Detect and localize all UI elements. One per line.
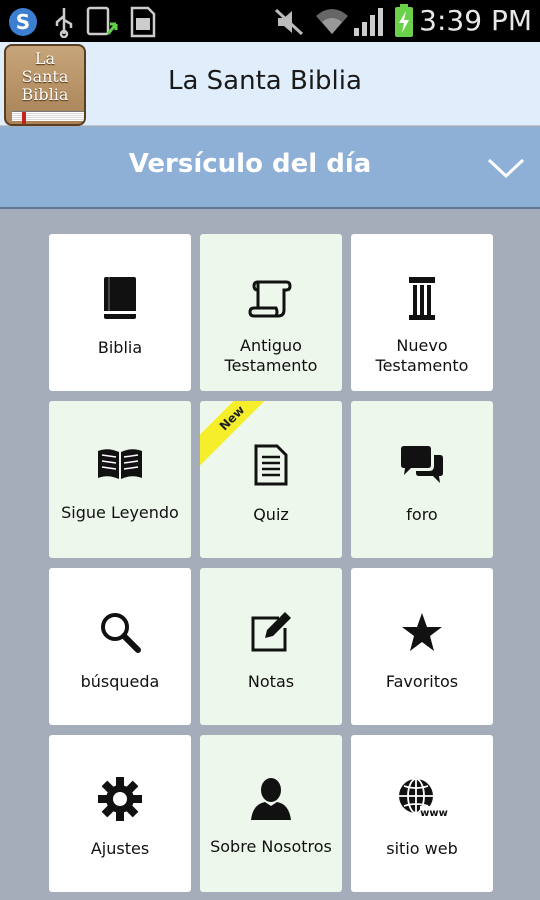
gear-icon [98, 777, 142, 821]
scroll-icon [248, 280, 292, 318]
tile-label: Sigue Leyendo [61, 503, 179, 522]
tile-label: foro [406, 505, 438, 524]
tile-sobre-nosotros[interactable]: Sobre Nosotros [200, 735, 342, 892]
chevron-down-icon[interactable] [486, 155, 526, 181]
tile-label: sitio web [386, 839, 458, 858]
app-bar: La Santa Biblia La Santa Biblia [0, 42, 540, 126]
edit-note-icon [251, 612, 291, 652]
status-time: 3:39 PM [419, 4, 532, 37]
svg-text:www: www [420, 808, 448, 819]
tile-sigue-leyendo[interactable]: Sigue Leyendo [49, 401, 191, 558]
svg-text:S: S [16, 10, 30, 34]
battery-charging-icon [395, 4, 413, 37]
signal-icon [354, 8, 383, 36]
verse-of-day-title: Versículo del día [128, 149, 372, 179]
pillar-icon [409, 277, 435, 320]
open-book-icon [98, 449, 142, 479]
book-icon [104, 277, 136, 319]
tile-label: Nuevo Testamento [375, 336, 469, 375]
mute-icon [274, 8, 304, 36]
tile-quiz[interactable]: New Quiz [200, 401, 342, 558]
person-icon [251, 778, 291, 820]
tile-antiguo-testamento[interactable]: Antiguo Testamento [200, 234, 342, 391]
phone-upload-icon [86, 6, 118, 36]
status-bar: S 3:39 PM [0, 0, 540, 42]
tile-sitio-web[interactable]: www sitio web [351, 735, 493, 892]
usb-icon [55, 8, 73, 38]
app-s-icon: S [9, 8, 37, 36]
tile-label: Antiguo Testamento [224, 336, 318, 375]
tile-label: Quiz [253, 505, 289, 524]
tile-busqueda[interactable]: búsqueda [49, 568, 191, 725]
verse-of-day-bar[interactable]: Versículo del día [0, 127, 540, 209]
tile-nuevo-testamento[interactable]: Nuevo Testamento [351, 234, 493, 391]
tile-favoritos[interactable]: Favoritos [351, 568, 493, 725]
app-logo-text: La Santa Biblia [21, 49, 69, 104]
search-icon [101, 613, 141, 653]
globe-www-icon: www [399, 778, 448, 819]
tile-label: Biblia [97, 338, 143, 357]
document-icon [254, 444, 288, 486]
sd-card-icon [130, 6, 156, 38]
app-logo[interactable]: La Santa Biblia [4, 44, 86, 126]
tile-label: búsqueda [80, 672, 160, 691]
tile-label: Sobre Nosotros [210, 837, 332, 856]
tile-foro[interactable]: foro [351, 401, 493, 558]
star-icon [402, 613, 442, 651]
wifi-icon [316, 9, 348, 34]
tile-biblia[interactable]: Biblia [49, 234, 191, 391]
logo-ribbon [22, 112, 26, 124]
tile-ajustes[interactable]: Ajustes [49, 735, 191, 892]
tile-label: Notas [247, 672, 295, 691]
app-title: La Santa Biblia [168, 66, 362, 96]
tile-notas[interactable]: Notas [200, 568, 342, 725]
tile-label: Favoritos [385, 672, 459, 691]
chat-bubbles-icon [401, 446, 443, 483]
tile-label: Ajustes [90, 839, 150, 858]
